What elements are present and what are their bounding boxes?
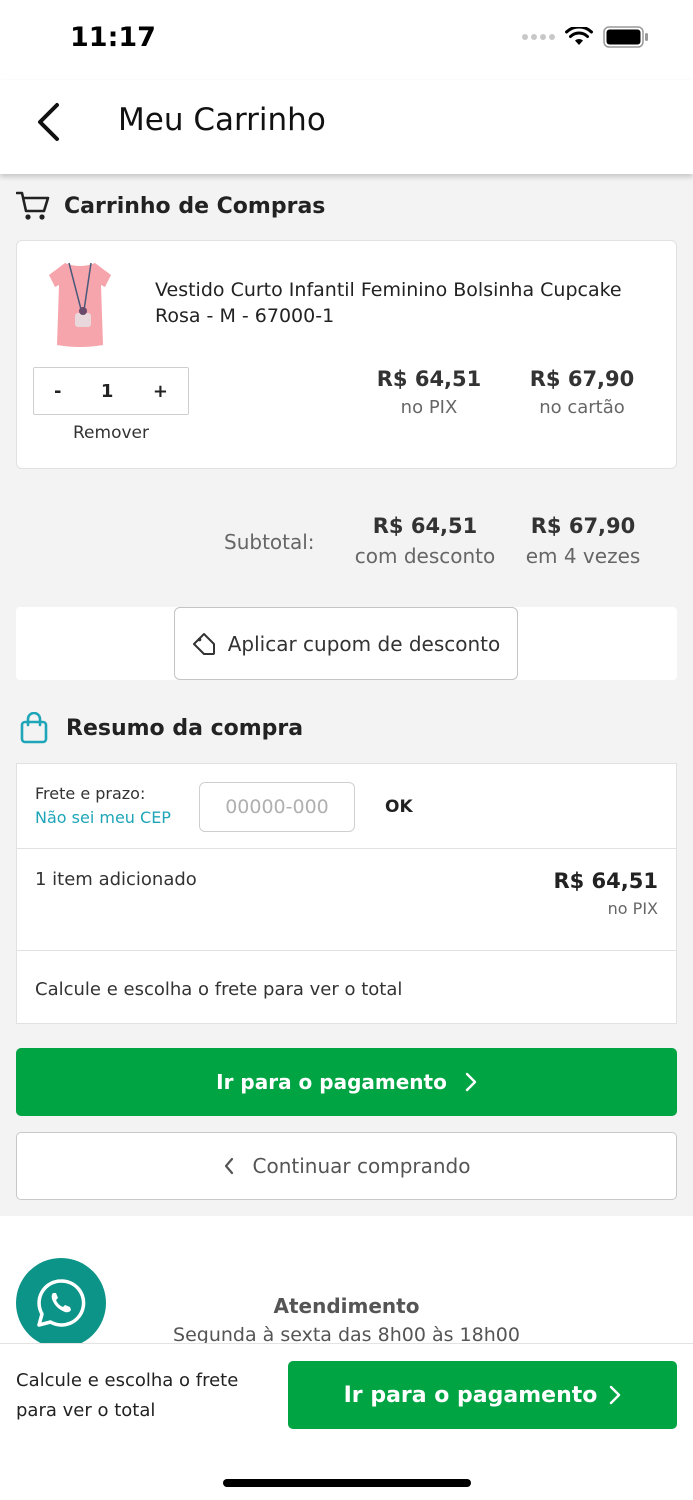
decrease-quantity-button[interactable]: - bbox=[54, 381, 61, 402]
tag-icon bbox=[192, 632, 215, 655]
subtotal-installments-value: R$ 67,90 bbox=[530, 514, 636, 538]
cart-icon bbox=[16, 191, 50, 220]
cep-ok-button[interactable]: OK bbox=[385, 797, 413, 817]
summary-section-header: Resumo da compra bbox=[20, 712, 303, 744]
remove-item-link[interactable]: Remover bbox=[33, 423, 189, 443]
bottom-checkout-bar: Calcule e escolha o frete para ver o tot… bbox=[0, 1343, 693, 1500]
wifi-icon bbox=[565, 27, 593, 45]
footer: Atendimento Segunda à sexta das 8h00 às … bbox=[0, 1216, 693, 1348]
checkout-label: Ir para o pagamento bbox=[216, 1070, 447, 1094]
cart-section-header: Carrinho de Compras bbox=[16, 190, 325, 222]
items-row: 1 item adicionado R$ 64,51 no PIX bbox=[17, 849, 676, 951]
shipping-row: Frete e prazo: Não sei meu CEP OK bbox=[17, 764, 676, 849]
signal-icon bbox=[522, 34, 555, 40]
back-chevron-icon bbox=[38, 103, 59, 141]
subtotal-discount: R$ 64,51 com desconto bbox=[350, 514, 500, 568]
items-price-value: R$ 64,51 bbox=[553, 869, 658, 893]
chevron-right-icon bbox=[465, 1072, 477, 1092]
cart-item-card: Vestido Curto Infantil Feminino Bolsinha… bbox=[16, 240, 677, 469]
summary-section-title: Resumo da compra bbox=[66, 715, 304, 741]
quantity-value: 1 bbox=[100, 380, 114, 402]
summary-card: Frete e prazo: Não sei meu CEP OK 1 item… bbox=[16, 763, 677, 1024]
back-button[interactable] bbox=[26, 100, 70, 144]
items-price: R$ 64,51 no PIX bbox=[553, 869, 658, 918]
total-note: Calcule e escolha o frete para ver o tot… bbox=[35, 979, 403, 1000]
page-title: Meu Carrinho bbox=[118, 102, 326, 138]
price-card-value: R$ 67,90 bbox=[529, 367, 635, 391]
continue-shopping-button[interactable]: Continuar comprando bbox=[16, 1132, 677, 1200]
product-name[interactable]: Vestido Curto Infantil Feminino Bolsinha… bbox=[155, 277, 655, 329]
bottom-checkout-button[interactable]: Ir para o pagamento bbox=[288, 1361, 677, 1429]
status-icons bbox=[522, 26, 649, 48]
status-bar: 11:17 bbox=[0, 0, 693, 80]
support-title: Atendimento bbox=[273, 1294, 420, 1318]
nav-bar: Meu Carrinho bbox=[0, 80, 693, 174]
total-note-row: Calcule e escolha o frete para ver o tot… bbox=[17, 951, 676, 1023]
battery-icon bbox=[603, 26, 648, 48]
bottom-total-note: Calcule e escolha o frete para ver o tot… bbox=[16, 1370, 239, 1421]
subtotal-installments: R$ 67,90 em 4 vezes bbox=[518, 514, 648, 568]
apply-coupon-label: Aplicar cupom de desconto bbox=[227, 631, 501, 656]
subtotal-discount-value: R$ 64,51 bbox=[372, 514, 478, 538]
checkout-button[interactable]: Ir para o pagamento bbox=[16, 1048, 677, 1116]
shipping-label: Frete e prazo: bbox=[35, 784, 146, 803]
find-cep-link[interactable]: Não sei meu CEP bbox=[35, 808, 171, 827]
cart-section-title: Carrinho de Compras bbox=[64, 193, 326, 219]
items-price-label: no PIX bbox=[607, 899, 658, 918]
subtotal-label: Subtotal: bbox=[224, 530, 315, 554]
items-count-label: 1 item adicionado bbox=[35, 869, 197, 890]
home-indicator[interactable] bbox=[223, 1479, 471, 1487]
chevron-left-icon bbox=[224, 1157, 233, 1175]
subtotal-installments-label: em 4 vezes bbox=[525, 544, 641, 568]
price-pix: R$ 64,51 no PIX bbox=[369, 367, 489, 418]
subtotal-discount-label: com desconto bbox=[354, 544, 496, 568]
continue-shopping-label: Continuar comprando bbox=[252, 1154, 471, 1178]
price-card: R$ 67,90 no cartão bbox=[517, 367, 647, 418]
bottom-checkout-label: Ir para o pagamento bbox=[343, 1382, 598, 1408]
product-image bbox=[39, 257, 121, 349]
increase-quantity-button[interactable]: + bbox=[153, 381, 168, 402]
coupon-section: Aplicar cupom de desconto bbox=[16, 607, 677, 680]
chevron-right-icon bbox=[610, 1385, 621, 1405]
cep-input[interactable] bbox=[199, 782, 355, 832]
price-pix-label: no PIX bbox=[400, 397, 458, 418]
price-pix-value: R$ 64,51 bbox=[376, 367, 482, 391]
status-time: 11:17 bbox=[70, 22, 156, 53]
apply-coupon-button[interactable]: Aplicar cupom de desconto bbox=[174, 607, 518, 680]
quantity-stepper: - 1 + bbox=[33, 367, 189, 415]
price-card-label: no cartão bbox=[539, 397, 625, 418]
bag-icon bbox=[20, 712, 48, 744]
